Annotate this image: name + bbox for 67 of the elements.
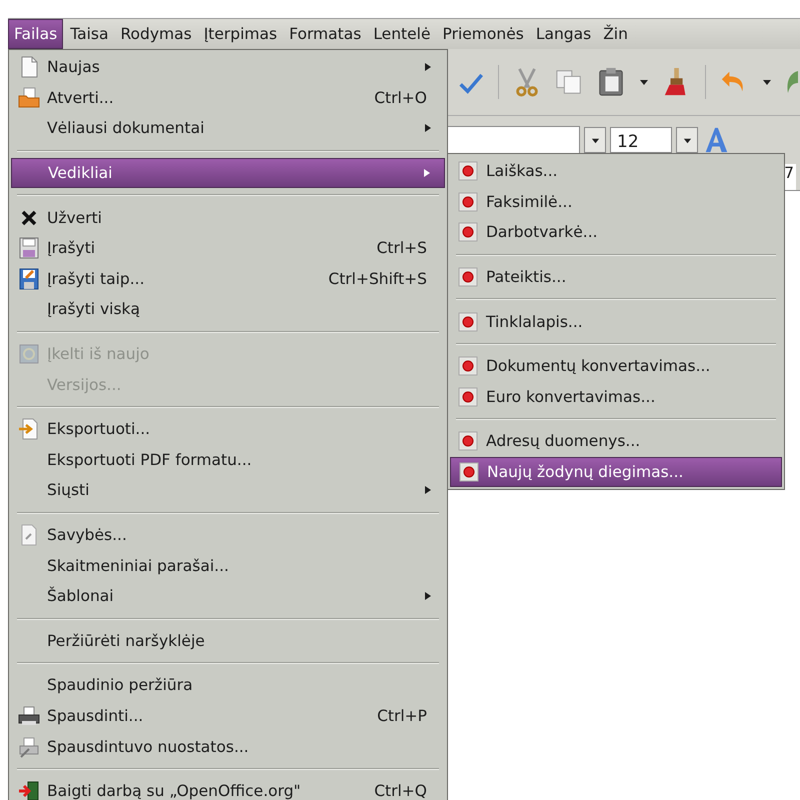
dropdown-button[interactable] xyxy=(676,127,698,153)
paste-icon[interactable] xyxy=(597,67,625,97)
menu-bar-item[interactable]: Langas xyxy=(530,19,596,49)
menu-item[interactable]: Laiškas... xyxy=(450,156,782,187)
menu-item[interactable]: Spausdintuvo nuostatos... xyxy=(11,731,445,762)
menu-bar-item[interactable]: Įterpimas xyxy=(198,19,282,49)
submenu-arrow-icon xyxy=(425,486,431,494)
caret-icon xyxy=(590,136,600,144)
submenu-arrow-icon xyxy=(425,124,431,132)
menu-bar-item[interactable]: Rodymas xyxy=(115,19,197,49)
menu-item[interactable]: Įrašyti Ctrl+S xyxy=(11,232,445,264)
menu-bar-item[interactable]: Formatas xyxy=(284,19,366,49)
exit-icon xyxy=(18,780,40,800)
menu-item[interactable]: Tinklalapis... xyxy=(450,306,782,337)
menu-item[interactable]: Euro konvertavimas... xyxy=(450,382,782,412)
floppy-disk-pencil-icon xyxy=(18,268,40,290)
printer-icon xyxy=(18,704,40,727)
wizard-bullet-icon xyxy=(457,266,479,288)
menu-item[interactable]: Adresų duomenys... xyxy=(450,426,782,457)
menu-item[interactable]: Skaitmeniniai parašai... xyxy=(11,550,445,581)
wizard-bullet-icon xyxy=(457,160,479,182)
menu-item[interactable]: Užverti xyxy=(11,202,445,233)
dropdown-button[interactable] xyxy=(584,127,606,153)
menu-item[interactable]: Eksportuoti PDF formatu... xyxy=(11,444,445,476)
menu-item[interactable]: Šablonai xyxy=(11,580,445,612)
font-size-field[interactable]: 12 xyxy=(610,127,672,153)
folder-icon xyxy=(18,86,40,109)
menu-item[interactable]: Darbotvarkė... xyxy=(450,217,782,248)
menu-item[interactable]: Naujų žodynų diegimas... xyxy=(450,456,782,488)
wizard-bullet-icon xyxy=(457,190,479,213)
menu-item[interactable]: Baigti darbą su „OpenOffice.org" Ctrl+Q xyxy=(11,776,445,800)
wizard-bullet-icon xyxy=(457,355,479,378)
menu-bar-item[interactable]: Failas xyxy=(8,19,64,49)
printer-wrench-icon xyxy=(18,736,40,758)
menu-item[interactable]: Vedikliai xyxy=(11,158,445,188)
menu-item[interactable]: Įrašyti viską xyxy=(11,294,445,325)
menu-item[interactable]: Siųsti xyxy=(11,475,445,506)
caret-icon[interactable] xyxy=(762,77,772,87)
caret-icon[interactable] xyxy=(639,77,649,87)
wizard-bullet-icon xyxy=(457,221,479,244)
menu-bar-item[interactable]: Lentelė xyxy=(368,19,436,49)
menu-item[interactable]: Įrašyti taip... Ctrl+Shift+S xyxy=(11,264,445,294)
menu-item[interactable]: Faksimilė... xyxy=(450,186,782,218)
menu-item[interactable]: Pateiktis... xyxy=(450,262,782,292)
menu-item[interactable]: Dokumentų konvertavimas... xyxy=(450,350,782,382)
export-icon xyxy=(18,418,40,440)
menu-bar-item[interactable]: Žin xyxy=(598,19,633,49)
menu-item[interactable]: Atverti... Ctrl+O xyxy=(11,82,445,114)
menu-bar-item[interactable]: Priemonės xyxy=(438,19,529,49)
caret-icon xyxy=(682,136,692,144)
reload-icon xyxy=(18,343,40,366)
menu-item[interactable]: Eksportuoti... xyxy=(11,414,445,445)
menu-item[interactable]: Savybės... xyxy=(11,520,445,550)
scissors-icon[interactable] xyxy=(513,67,541,97)
wizard-bullet-icon xyxy=(457,430,479,452)
wizard-bullet-icon xyxy=(458,461,480,484)
wizard-bullet-icon xyxy=(457,310,479,333)
submenu-arrow-icon xyxy=(424,169,430,178)
menu-item[interactable]: Spausdinti... Ctrl+P xyxy=(11,700,445,732)
menu-item[interactable]: Spaudinio peržiūra xyxy=(11,670,445,701)
submenu-arrow-icon xyxy=(425,592,431,600)
wizard-bullet-icon xyxy=(457,386,479,408)
menu-item[interactable]: Naujas xyxy=(11,52,445,83)
menu-item[interactable]: Vėliausi dokumentai xyxy=(11,113,445,144)
menu-item[interactable]: Peržiūrėti naršyklėje xyxy=(11,626,445,656)
submenu-arrow-icon xyxy=(425,63,431,72)
menu-bar-item[interactable]: Taisa xyxy=(65,19,114,49)
